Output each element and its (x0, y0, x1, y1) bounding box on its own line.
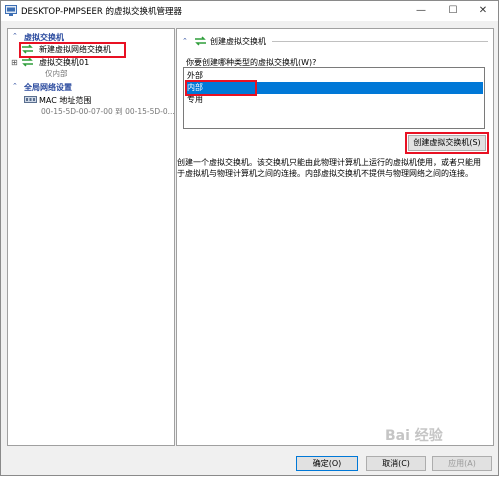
header-divider (272, 41, 488, 42)
section-global-network-settings[interactable]: 全局网络设置 (24, 82, 72, 93)
maximize-button[interactable]: ☐ (438, 1, 468, 21)
collapse-global-icon[interactable]: ⌃ (12, 82, 18, 90)
title-bar: DESKTOP-PMPSEER 的虚拟交换机管理器 — ☐ ✕ (1, 1, 498, 21)
mac-address-range-item[interactable]: MAC 地址范围 (39, 95, 91, 106)
switch-manager-icon (5, 5, 17, 16)
minimize-button[interactable]: — (406, 1, 436, 21)
annotation-box-new-switch (19, 42, 126, 58)
navigation-pane: ⌃ 虚拟交换机 新建虚拟网络交换机 ⊞ 虚拟交换机01 仅内部 ⌃ 全局网络设置… (7, 28, 175, 446)
expand-icon[interactable]: ⊞ (11, 58, 18, 67)
close-button[interactable]: ✕ (468, 1, 498, 21)
switch-type-list[interactable]: 外部 内部 专用 (183, 67, 485, 129)
switch-manager-window: DESKTOP-PMPSEER 的虚拟交换机管理器 — ☐ ✕ ⌃ 虚拟交换机 … (0, 0, 499, 476)
annotation-box-create-button (405, 132, 489, 154)
switch-type-description: 创建一个虚拟交换机。该交换机只能由此物理计算机上运行的虚拟机使用，或者只能用于虚… (177, 158, 481, 178)
baidu-watermark: Bai 经验 (385, 428, 443, 444)
network-adapter-icon (24, 96, 37, 103)
cancel-button[interactable]: 取消(C) (366, 456, 426, 471)
virtual-switch-icon (22, 57, 33, 67)
create-switch-header: 创建虚拟交换机 (210, 37, 266, 46)
annotation-box-internal (185, 80, 257, 96)
switch-type-label: 仅内部 (45, 69, 68, 78)
virtual-switch-01-item[interactable]: 虚拟交换机01 (39, 57, 89, 68)
collapse-switches-icon[interactable]: ⌃ (12, 32, 18, 40)
create-switch-icon (195, 36, 206, 46)
ok-button[interactable]: 确定(O) (296, 456, 358, 471)
collapse-create-icon[interactable]: ⌃ (182, 37, 188, 45)
mac-range-value: 00-15-5D-00-07-00 到 00-15-5D-0... (41, 107, 175, 116)
window-title: DESKTOP-PMPSEER 的虚拟交换机管理器 (21, 7, 182, 17)
apply-button[interactable]: 应用(A) (432, 456, 492, 471)
